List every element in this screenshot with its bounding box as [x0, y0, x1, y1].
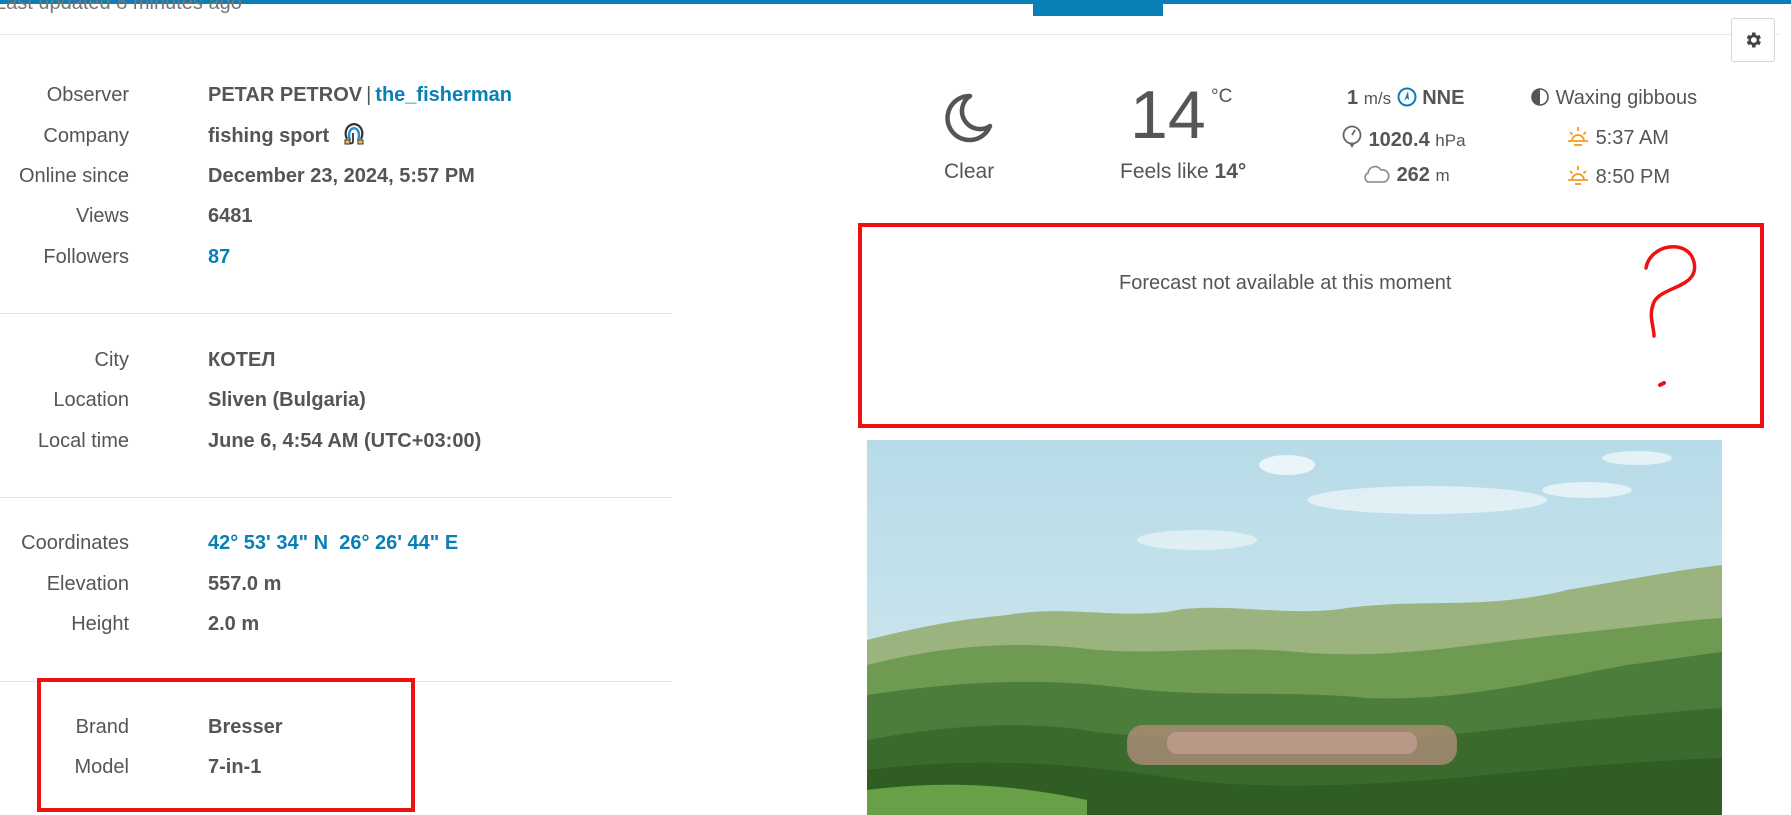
city-row: City КОТЕЛ: [0, 345, 680, 375]
online-since-label: Online since: [18, 165, 129, 187]
coordinates-label: Coordinates: [21, 532, 129, 554]
wind-speed: 1: [1347, 87, 1359, 109]
views-row: Views 6481: [0, 201, 680, 231]
elevation-row: Elevation 557.0 m: [0, 569, 680, 599]
condition-text: Clear: [944, 160, 995, 183]
annotation-box-forecast: [858, 223, 1764, 428]
pressure-value: 1020.4: [1368, 129, 1430, 151]
coordinates-row: Coordinates 42° 53' 34" N 26° 26' 44" E: [0, 528, 680, 558]
cloud-base-unit: m: [1435, 166, 1450, 185]
pressure-unit: hPa: [1435, 131, 1466, 150]
moon-phase-icon: [1531, 88, 1549, 106]
wind-row: 1 m/s NNE: [1347, 87, 1464, 110]
gear-icon: [1746, 32, 1761, 48]
last-updated-text: Last updated 8 minutes ago: [0, 0, 242, 14]
observer-value: PETAR PETROV | the_fisherman: [208, 80, 512, 110]
observer-separator: |: [366, 84, 372, 106]
wind-direction-icon: [1397, 87, 1417, 107]
observer-label: Observer: [46, 84, 129, 106]
company-value: fishing sport: [208, 121, 367, 151]
followers-label: Followers: [43, 246, 129, 268]
section-divider-2: [0, 497, 672, 498]
moon-phase-row: Waxing gibbous: [1530, 87, 1697, 110]
elevation-value: 557.0 m: [208, 573, 282, 595]
pressure-gauge-icon: [1342, 125, 1362, 148]
cloud-icon: [1364, 165, 1390, 183]
observer-user-link[interactable]: the_fisherman: [375, 84, 512, 106]
sunrise-icon: [1568, 127, 1588, 146]
observer-row: Observer PETAR PETROV | the_fisherman: [0, 80, 680, 110]
header-divider: [0, 34, 1780, 35]
views-value: 6481: [208, 205, 253, 227]
cloud-base-value: 262: [1396, 164, 1430, 186]
company-logo-icon: [344, 122, 364, 145]
views-label: Views: [76, 205, 129, 227]
city-value: КОТЕЛ: [208, 349, 276, 371]
wind-direction: NNE: [1422, 87, 1465, 109]
local-time-label: Local time: [37, 430, 129, 452]
sunrise-time: 5:37 AM: [1595, 127, 1669, 149]
cloud-base-row: 262 m: [1361, 164, 1450, 187]
moon-phase-text: Waxing gibbous: [1555, 87, 1698, 109]
sunset-time: 8:50 PM: [1595, 166, 1671, 188]
settings-button[interactable]: [1731, 18, 1775, 62]
temperature-value: 14: [1130, 77, 1206, 153]
sunrise-row: 5:37 AM: [1566, 125, 1669, 150]
company-row: Company fishing sport: [0, 121, 680, 151]
sunset-row: 8:50 PM: [1566, 164, 1670, 189]
location-label: Location: [53, 389, 129, 411]
height-value: 2.0 m: [208, 613, 260, 635]
elevation-label: Elevation: [46, 573, 129, 595]
observer-name: PETAR PETROV: [208, 84, 363, 106]
height-row: Height 2.0 m: [0, 609, 680, 639]
crescent-moon-icon: [945, 93, 993, 143]
company-label: Company: [43, 125, 129, 147]
city-label: City: [94, 349, 129, 371]
online-since-row: Online since December 23, 2024, 5:57 PM: [0, 161, 680, 191]
wind-unit: m/s: [1363, 89, 1392, 108]
sunset-icon: [1568, 166, 1588, 185]
annotation-question-mark: [1644, 245, 1697, 387]
location-row: Location Sliven (Bulgaria): [0, 385, 680, 415]
station-photo: [867, 440, 1722, 815]
annotation-box-brand-model: [37, 678, 415, 812]
feels-like-value: 14°: [1214, 160, 1247, 183]
company-name: fishing sport: [208, 125, 330, 147]
active-tab-indicator[interactable]: [1033, 0, 1163, 16]
location-value: Sliven (Bulgaria): [208, 389, 366, 411]
followers-row: Followers 87: [0, 242, 680, 272]
height-label: Height: [71, 613, 129, 635]
online-since-value: December 23, 2024, 5:57 PM: [208, 165, 475, 187]
temperature-unit: °C: [1211, 86, 1233, 107]
top-accent-bar: [0, 0, 1791, 4]
section-divider-1: [0, 313, 672, 314]
local-time-row: Local time June 6, 4:54 AM (UTC+03:00): [0, 426, 680, 456]
pressure-row: 1020.4 hPa: [1341, 125, 1466, 152]
feels-like-label: Feels like: [1120, 160, 1209, 183]
feels-like: Feels like 14°: [1120, 160, 1246, 184]
local-time-value: June 6, 4:54 AM (UTC+03:00): [208, 430, 482, 452]
followers-link[interactable]: 87: [208, 242, 230, 272]
coordinates-link[interactable]: 42° 53' 34" N 26° 26' 44" E: [208, 528, 458, 558]
